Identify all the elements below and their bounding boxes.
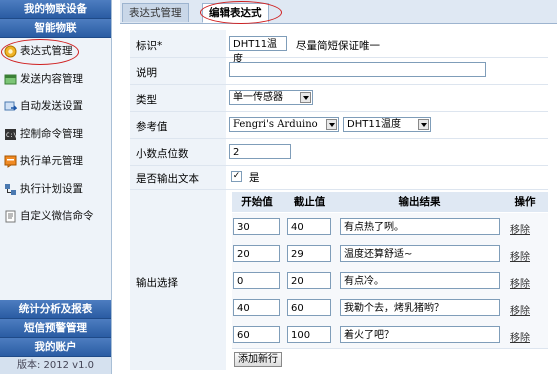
sidebar-item-label: 自定义微信命令 [20,210,94,222]
sidebar-section-sms-alerts[interactable]: 短信预警管理 [0,319,111,338]
sidebar-section-account[interactable]: 我的账户 [0,338,111,357]
output-text-label: 是否输出文本 [136,173,199,185]
type-select-value: 单一传感器 [233,92,283,103]
table-row: 40 60 我勒个去，烤乳猪哟？ 移除 [232,294,548,322]
output-select-label: 输出选择 [136,277,178,289]
type-label: 类型 [136,94,157,106]
header-output-result: 输出结果 [337,192,502,212]
id-hint: 尽量简短保证唯一 [296,40,380,52]
sidebar-item-expression-management[interactable]: 表达式管理 [0,38,111,66]
type-select[interactable]: 单一传感器 [229,90,313,105]
table-row: 20 29 温度还算舒适~ 移除 [232,240,548,268]
end-input[interactable]: 100 [287,326,331,343]
id-input[interactable]: DHT11温度 [229,36,287,65]
table-row: 30 40 有点热了咧。 移除 [232,213,548,241]
sidebar-item-content-management[interactable]: 发送内容管理 [0,66,111,94]
sidebar-item-label: 执行计划设置 [20,182,83,195]
end-input[interactable]: 20 [287,272,331,289]
start-input[interactable]: 40 [233,299,280,316]
svg-text:C:\: C:\ [6,132,17,139]
form-row-reference: 参考值 [130,111,548,139]
reference-sensor-value: DHT11温度 [347,119,402,130]
id-label: 标识* [136,40,163,52]
form-row-output-text: 是否输出文本 [130,165,548,190]
end-input[interactable]: 60 [287,299,331,316]
sidebar-item-unit-management[interactable]: 执行单元管理 [0,148,111,176]
end-input[interactable]: 29 [287,245,331,262]
result-input[interactable]: 着火了吧？ [340,326,500,343]
chevron-down-icon [418,119,429,130]
wechat-command-icon [5,210,16,223]
sidebar-item-label: 发送内容管理 [20,72,83,85]
result-input[interactable]: 有点热了咧。 [340,218,500,235]
result-input[interactable]: 我勒个去，烤乳猪哟？ [340,299,500,316]
highlight-ellipse [200,1,282,24]
add-row-button[interactable]: 添加新行 [234,352,282,367]
command-icon: C:\ [5,128,17,140]
tab-expression-management[interactable]: 表达式管理 [122,3,189,22]
remove-link[interactable]: 移除 [510,329,530,344]
result-input[interactable]: 有点冷。 [340,272,500,289]
reference-sensor-select[interactable]: DHT11温度 [343,117,431,132]
end-input[interactable]: 40 [287,218,331,235]
tab-bar: 表达式管理 编辑表达式 [120,0,557,24]
remove-link[interactable]: 移除 [510,275,530,290]
unit-icon [4,155,17,168]
output-text-yes-label: 是 [249,172,260,184]
plan-icon [5,183,16,195]
sidebar-item-plan-settings[interactable]: 执行计划设置 [0,176,111,204]
start-input[interactable]: 20 [233,245,280,262]
output-text-checkbox[interactable]: ✓ [231,171,242,182]
sidebar-item-label: 自动发送设置 [20,100,83,112]
remove-link[interactable]: 移除 [510,248,530,263]
decimal-label: 小数点位数 [136,148,189,160]
table-row: 60 100 着火了吧？ 移除 [232,321,548,349]
reference-label: 参考值 [136,121,168,133]
auto-send-icon [4,101,17,111]
sidebar-item-label: 执行单元管理 [20,155,83,167]
result-input[interactable]: 温度还算舒适~ [340,245,500,262]
description-input[interactable] [229,62,486,77]
start-input[interactable]: 0 [233,272,280,289]
expression-icon [4,45,17,58]
chevron-down-icon [300,92,311,103]
sidebar-item-command-management[interactable]: C:\ 控制命令管理 [0,121,111,149]
sidebar-bottom: 统计分析及报表 短信预警管理 我的账户 版本: 2012 v1.0 [0,300,111,374]
header-end-value: 截止值 [282,192,337,212]
remove-link[interactable]: 移除 [510,221,530,236]
start-input[interactable]: 30 [233,218,280,235]
header-action: 操作 [502,192,548,212]
chevron-down-icon [326,119,337,130]
header-start-value: 开始值 [232,192,282,212]
form-row-decimal: 小数点位数 [130,138,548,166]
version-label: 版本: 2012 v1.0 [0,357,111,374]
start-input[interactable]: 60 [233,326,280,343]
sidebar-section-smart-iot[interactable]: 智能物联 [0,19,111,38]
sidebar-section-stats[interactable]: 统计分析及报表 [0,300,111,319]
decimal-input[interactable]: 2 [229,144,291,159]
content-icon [4,74,17,84]
sidebar-item-wechat-command[interactable]: 自定义微信命令 [0,203,111,231]
sidebar-section-iot-devices[interactable]: 我的物联设备 [0,0,111,19]
sidebar-item-label: 控制命令管理 [20,127,83,140]
form-row-type: 类型 [130,84,548,112]
sidebar: 我的物联设备 智能物联 表达式管理 发送内容管理 自动发送设置 C:\ 控制命令… [0,0,112,374]
table-row: 0 20 有点冷。 移除 [232,267,548,295]
reference-device-select[interactable]: Fengri's Arduino [229,117,339,132]
reference-device-value: Fengri's Arduino [233,119,318,130]
sidebar-item-auto-send-settings[interactable]: 自动发送设置 [0,93,111,121]
description-label: 说明 [136,67,157,79]
remove-link[interactable]: 移除 [510,302,530,317]
